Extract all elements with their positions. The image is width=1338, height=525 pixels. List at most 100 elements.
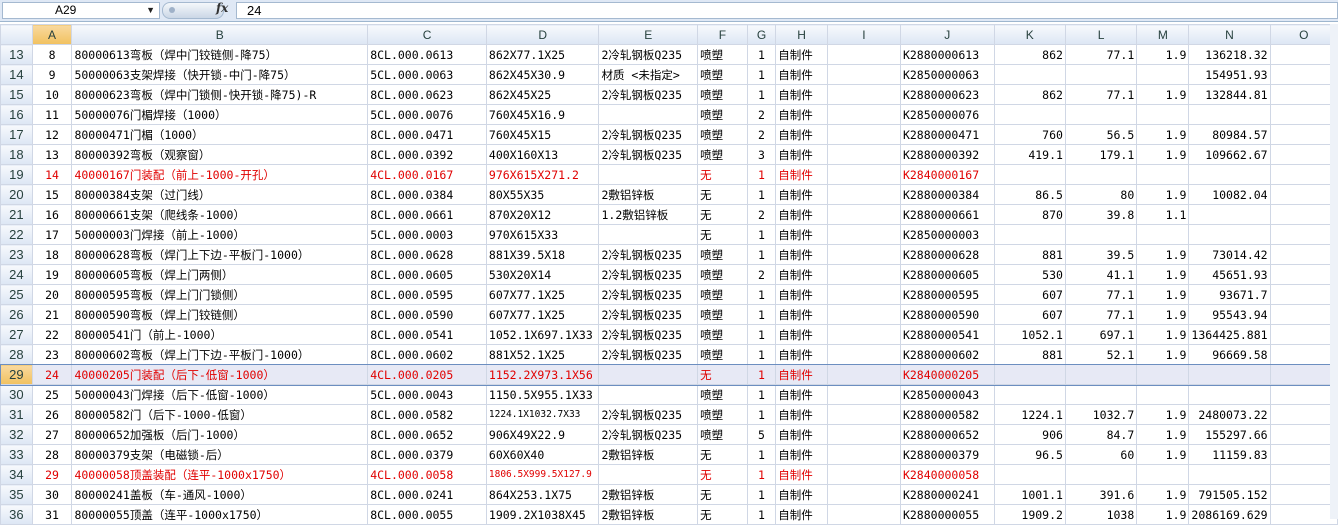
cell-m[interactable] [1136,384,1190,405]
column-header-o[interactable]: O [1269,24,1338,45]
cell-m[interactable] [1136,364,1190,385]
cell-d[interactable]: 80X55X35 [485,184,600,205]
cell-j[interactable]: K2880000602 [899,344,995,365]
row-header[interactable]: 28 [0,344,33,365]
cell-h[interactable]: 自制件 [775,144,828,165]
cell-d[interactable]: 881X39.5X18 [485,244,600,265]
cell-k[interactable]: 1909.2 [993,504,1066,525]
cell-f[interactable]: 无 [697,184,748,205]
cell-k[interactable]: 419.1 [993,144,1066,165]
cell-c[interactable]: 8CL.000.0055 [367,504,487,525]
cell-b[interactable]: 50000063支架焊接（快开锁-中门-降75） [71,64,369,85]
column-header-f[interactable]: F [697,24,748,45]
cell-n[interactable]: 95543.94 [1188,304,1271,325]
cell-b[interactable]: 40000058顶盖装配（连平-1000x1750） [71,464,369,485]
cell-e[interactable]: 2冷轧钢板Q235 [598,124,699,145]
cell-a[interactable]: 23 [31,344,73,365]
row-header[interactable]: 31 [0,404,33,425]
cell-b[interactable]: 80000384支架（过门线） [71,184,369,205]
cell-a[interactable]: 9 [31,64,73,85]
cell-i[interactable] [826,144,901,165]
cell-g[interactable]: 1 [746,304,777,325]
cell-k[interactable] [993,224,1066,245]
cell-g[interactable]: 1 [746,44,777,65]
cell-d[interactable]: 864X253.1X75 [485,484,600,505]
cell-n[interactable]: 80984.57 [1188,124,1271,145]
row-header[interactable]: 36 [0,504,33,525]
cell-k[interactable]: 607 [993,304,1066,325]
cell-g[interactable]: 1 [746,504,777,525]
row-header[interactable]: 21 [0,204,33,225]
cell-o[interactable] [1269,44,1338,65]
cell-g[interactable]: 1 [746,484,777,505]
cell-m[interactable]: 1.9 [1136,144,1190,165]
cell-a[interactable]: 17 [31,224,73,245]
cell-n[interactable] [1188,224,1271,245]
cell-o[interactable] [1269,364,1338,385]
cell-h[interactable]: 自制件 [775,304,828,325]
cell-j[interactable]: K2880000392 [899,144,995,165]
row-header[interactable]: 16 [0,104,33,125]
row-header[interactable]: 13 [0,44,33,65]
cell-h[interactable]: 自制件 [775,344,828,365]
cell-d[interactable]: 760X45X15 [485,124,600,145]
cell-c[interactable]: 8CL.000.0471 [367,124,487,145]
cell-j[interactable]: K2840000205 [899,364,995,385]
cell-j[interactable]: K2880000628 [899,244,995,265]
cell-g[interactable]: 2 [746,124,777,145]
cell-g[interactable]: 1 [746,84,777,105]
cell-i[interactable] [826,364,901,385]
cell-i[interactable] [826,464,901,485]
cell-a[interactable]: 10 [31,84,73,105]
cell-h[interactable]: 自制件 [775,324,828,345]
cell-k[interactable]: 530 [993,264,1066,285]
vertical-scrollbar[interactable] [1330,24,1338,519]
cell-o[interactable] [1269,324,1338,345]
name-box[interactable]: A29 ▼ [2,2,160,19]
cell-o[interactable] [1269,504,1338,525]
cell-i[interactable] [826,164,901,185]
column-header-b[interactable]: B [71,24,369,45]
cell-b[interactable]: 80000661支架（爬线条-1000） [71,204,369,225]
cell-j[interactable]: K2840000167 [899,164,995,185]
cell-m[interactable]: 1.9 [1136,324,1190,345]
row-header[interactable]: 18 [0,144,33,165]
cell-i[interactable] [826,244,901,265]
cell-h[interactable]: 自制件 [775,204,828,225]
cell-n[interactable] [1188,464,1271,485]
cell-l[interactable] [1064,164,1138,185]
cell-h[interactable]: 自制件 [775,484,828,505]
cell-m[interactable]: 1.9 [1136,264,1190,285]
cell-d[interactable]: 1224.1X1032.7X33 [485,404,600,425]
cell-a[interactable]: 14 [31,164,73,185]
cell-h[interactable]: 自制件 [775,64,828,85]
row-header[interactable]: 20 [0,184,33,205]
cell-k[interactable]: 1052.1 [993,324,1066,345]
row-header[interactable]: 35 [0,484,33,505]
cell-j[interactable]: K2850000003 [899,224,995,245]
cell-c[interactable]: 8CL.000.0652 [367,424,487,445]
cell-c[interactable]: 8CL.000.0595 [367,284,487,305]
cell-i[interactable] [826,124,901,145]
cell-l[interactable]: 52.1 [1064,344,1138,365]
cell-m[interactable]: 1.9 [1136,344,1190,365]
column-header-m[interactable]: M [1136,24,1190,45]
row-header[interactable]: 17 [0,124,33,145]
cell-l[interactable]: 41.1 [1064,264,1138,285]
cell-i[interactable] [826,344,901,365]
cell-f[interactable]: 无 [697,164,748,185]
cell-l[interactable]: 77.1 [1064,284,1138,305]
cell-n[interactable]: 2086169.629 [1188,504,1271,525]
cell-g[interactable]: 5 [746,424,777,445]
cell-e[interactable]: 2冷轧钢板Q235 [598,244,699,265]
cell-a[interactable]: 30 [31,484,73,505]
cell-d[interactable]: 881X52.1X25 [485,344,600,365]
cell-k[interactable] [993,104,1066,125]
cell-n[interactable]: 93671.7 [1188,284,1271,305]
cell-a[interactable]: 19 [31,264,73,285]
cell-f[interactable]: 无 [697,364,748,385]
cell-m[interactable]: 1.9 [1136,484,1190,505]
cell-b[interactable]: 80000379支架（电磁锁-后） [71,444,369,465]
cell-h[interactable]: 自制件 [775,104,828,125]
cell-f[interactable]: 喷塑 [697,244,748,265]
